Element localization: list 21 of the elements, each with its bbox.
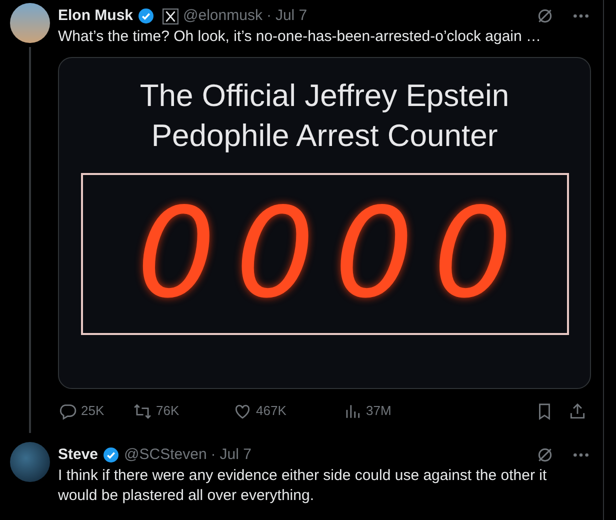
- reply-icon[interactable]: [58, 402, 77, 420]
- share-icon[interactable]: [568, 402, 587, 420]
- separator-dot: ·: [266, 6, 272, 26]
- user-handle[interactable]: @elonmusk: [183, 4, 262, 28]
- post-text: I think if there were any evidence either side could use against the other it would be plastered all over everything.: [58, 466, 548, 506]
- action-count: 25K: [81, 402, 104, 420]
- action-count: 467K: [256, 402, 286, 420]
- counter-digits: 0000: [136, 192, 532, 316]
- action-count: 76K: [156, 402, 180, 420]
- post-date[interactable]: Jul 7: [275, 4, 308, 28]
- post-text: What’s the time? Oh look, it’s no-one-has-been-arrested-o’clock again …: [58, 27, 542, 47]
- avatar: [10, 3, 50, 43]
- user-handle[interactable]: @SCSteven: [124, 444, 207, 466]
- image-title: The Official Jeffrey Epstein Pedophile Arrest Counter: [138, 77, 510, 155]
- separator-dot: ·: [210, 444, 216, 465]
- avatar: [10, 442, 50, 482]
- repost-icon[interactable]: [133, 402, 152, 420]
- action-count: 37M: [366, 402, 392, 420]
- user-name[interactable]: Elon Musk: [58, 4, 134, 28]
- user-name[interactable]: Steve: [58, 444, 98, 466]
- post-date[interactable]: Jul 7: [220, 444, 252, 466]
